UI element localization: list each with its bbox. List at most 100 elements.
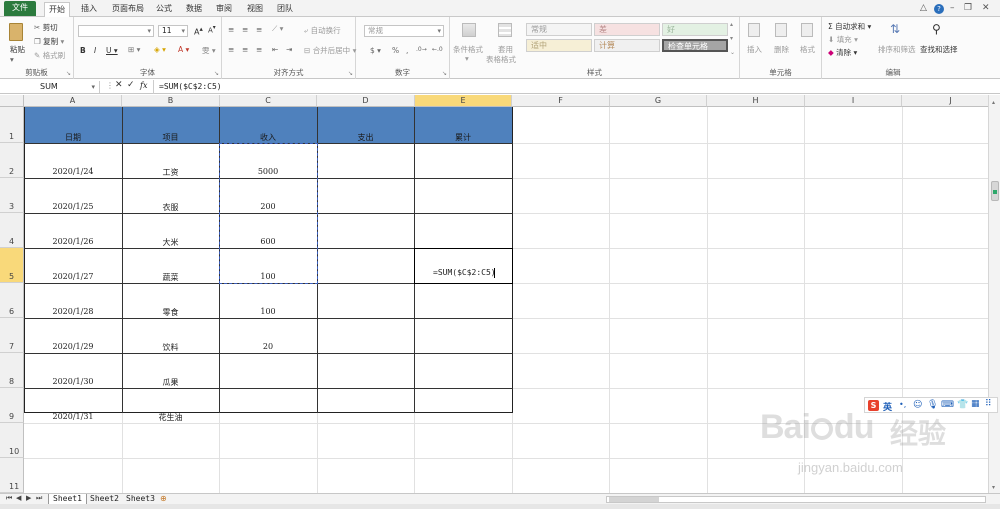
last-sheet-icon[interactable]: ⏭: [36, 494, 42, 503]
header-item[interactable]: 项目: [122, 132, 219, 143]
cell-date[interactable]: 2020/1/24: [24, 167, 122, 176]
column-header-e[interactable]: E: [415, 95, 512, 107]
bold-icon[interactable]: B: [80, 46, 86, 55]
close-icon[interactable]: ✕: [982, 3, 990, 13]
paste-dropdown-icon[interactable]: ▾: [10, 55, 14, 64]
column-header-i[interactable]: I: [805, 95, 902, 107]
name-box-dropdown-icon[interactable]: ▾: [91, 81, 95, 93]
row-header-4[interactable]: 4: [0, 213, 24, 248]
table-format-icon[interactable]: [498, 23, 512, 37]
decrease-decimal-icon[interactable]: ←.0: [432, 46, 443, 53]
style-bad[interactable]: 差: [594, 23, 660, 36]
column-header-j[interactable]: J: [902, 95, 988, 107]
header-income[interactable]: 收入: [219, 132, 317, 143]
styles-scroll-up-icon[interactable]: ▴: [730, 21, 733, 28]
delete-cells-label[interactable]: 删除: [774, 44, 789, 55]
table-format-label-2[interactable]: 表格格式: [486, 54, 516, 65]
align-bottom-icon[interactable]: ≡: [256, 25, 262, 34]
insert-cells-label[interactable]: 插入: [747, 44, 762, 55]
worksheet-grid[interactable]: A B C D E F G H I J 1 2 3 4 5 6 7 8 9 10…: [0, 95, 988, 493]
underline-icon[interactable]: U ▾: [106, 46, 118, 55]
clear-button[interactable]: ◆ 清除 ▾: [828, 47, 857, 58]
row-header-3[interactable]: 3: [0, 178, 24, 213]
fill-button[interactable]: ⬇ 填充 ▾: [828, 34, 858, 45]
microphone-icon[interactable]: 🎙: [927, 400, 938, 410]
font-launcher-icon[interactable]: ↘: [214, 70, 219, 77]
sort-filter-icon[interactable]: ⇅: [890, 22, 900, 36]
cell-date[interactable]: 2020/1/29: [24, 342, 122, 351]
italic-icon[interactable]: I: [94, 46, 96, 55]
conditional-format-dropdown-icon[interactable]: ▾: [465, 54, 469, 63]
style-normal[interactable]: 常规: [526, 23, 592, 36]
conditional-format-icon[interactable]: [462, 23, 476, 37]
cut-button[interactable]: ✂ 剪切: [34, 22, 58, 33]
vertical-scrollbar[interactable]: ▴ ▾: [988, 95, 1000, 493]
prev-sheet-icon[interactable]: ◀: [16, 494, 21, 502]
percent-icon[interactable]: %: [392, 46, 399, 55]
tab-team[interactable]: 团队: [273, 2, 297, 17]
styles-more-icon[interactable]: ⌄: [730, 49, 735, 56]
delete-cells-icon[interactable]: [775, 23, 787, 37]
font-name-box[interactable]: ▾: [78, 25, 154, 37]
cell-date[interactable]: 2020/1/30: [24, 377, 122, 386]
formula-input[interactable]: =SUM($C$2:C5): [153, 80, 1000, 94]
shrink-font-icon[interactable]: A▾: [208, 25, 216, 34]
style-calculation[interactable]: 计算: [594, 39, 660, 52]
find-select-label[interactable]: 查找和选择: [920, 44, 958, 55]
cell-date[interactable]: 2020/1/31: [24, 412, 122, 421]
scroll-down-icon[interactable]: ▾: [992, 484, 995, 491]
first-sheet-icon[interactable]: ⏮: [6, 494, 12, 503]
restore-icon[interactable]: ❐: [964, 3, 972, 13]
scroll-thumb[interactable]: [991, 181, 999, 201]
column-header-h[interactable]: H: [707, 95, 805, 107]
tab-page-layout[interactable]: 页面布局: [108, 2, 148, 17]
column-header-g[interactable]: G: [610, 95, 707, 107]
tab-view[interactable]: 视图: [243, 2, 267, 17]
number-launcher-icon[interactable]: ↘: [442, 70, 447, 77]
cell-item[interactable]: 瓜果: [122, 377, 219, 388]
comma-icon[interactable]: ,: [406, 46, 408, 55]
tab-review[interactable]: 审阅: [212, 2, 236, 17]
cell-item[interactable]: 工资: [122, 167, 219, 178]
increase-decimal-icon[interactable]: .0→: [416, 46, 427, 53]
align-right-icon[interactable]: ≡: [256, 45, 262, 54]
cell-item[interactable]: 衣服: [122, 202, 219, 213]
row-header-6[interactable]: 6: [0, 283, 24, 318]
ribbon-collapse-icon[interactable]: △: [920, 3, 927, 13]
emoji-icon[interactable]: ☺: [913, 400, 922, 410]
row-header-10[interactable]: 10: [0, 423, 24, 458]
cell-item[interactable]: 零食: [122, 307, 219, 318]
row-header-5[interactable]: 5: [0, 248, 24, 283]
clipboard-launcher-icon[interactable]: ↘: [66, 70, 71, 77]
format-painter-button[interactable]: ✎ 格式刷: [34, 50, 65, 61]
keyboard-icon[interactable]: ⌨: [941, 400, 954, 410]
align-center-icon[interactable]: ≡: [242, 45, 248, 54]
column-header-d[interactable]: D: [317, 95, 415, 107]
styles-scroll-down-icon[interactable]: ▾: [730, 35, 733, 42]
cell-item[interactable]: 花生油: [122, 412, 219, 423]
style-good[interactable]: 好: [662, 23, 728, 36]
decrease-indent-icon[interactable]: ⇤: [272, 45, 278, 54]
ime-toolbar[interactable]: S 英 •, ☺ 🎙 ⌨ 👕 ▦ ⠿: [864, 397, 998, 413]
font-size-box[interactable]: 11 ▾: [158, 25, 188, 37]
tab-file[interactable]: 文件: [4, 1, 36, 16]
copy-button[interactable]: ❐ 复制 ▾: [34, 36, 64, 47]
cell-item[interactable]: 大米: [122, 237, 219, 248]
header-date[interactable]: 日期: [24, 132, 122, 143]
grow-font-icon[interactable]: A▴: [194, 25, 203, 37]
paste-label[interactable]: 粘贴: [10, 44, 25, 55]
tab-insert[interactable]: 插入: [77, 2, 101, 17]
border-icon[interactable]: ⊞ ▾: [128, 45, 140, 54]
currency-icon[interactable]: $ ▾: [370, 46, 381, 55]
cell-income[interactable]: 20: [219, 342, 317, 351]
row-header-1[interactable]: 1: [0, 107, 24, 143]
cancel-entry-icon[interactable]: ✕: [115, 80, 123, 90]
column-header-b[interactable]: B: [122, 95, 220, 107]
row-header-8[interactable]: 8: [0, 353, 24, 388]
sogou-logo-icon[interactable]: S: [868, 400, 879, 411]
wrap-text-button[interactable]: ⤶ 自动换行: [304, 25, 341, 36]
next-sheet-icon[interactable]: ▶: [26, 494, 31, 502]
new-sheet-icon[interactable]: ⊕: [160, 494, 167, 503]
row-header-11[interactable]: 11: [0, 458, 24, 493]
name-box[interactable]: SUM ▾: [0, 81, 100, 93]
